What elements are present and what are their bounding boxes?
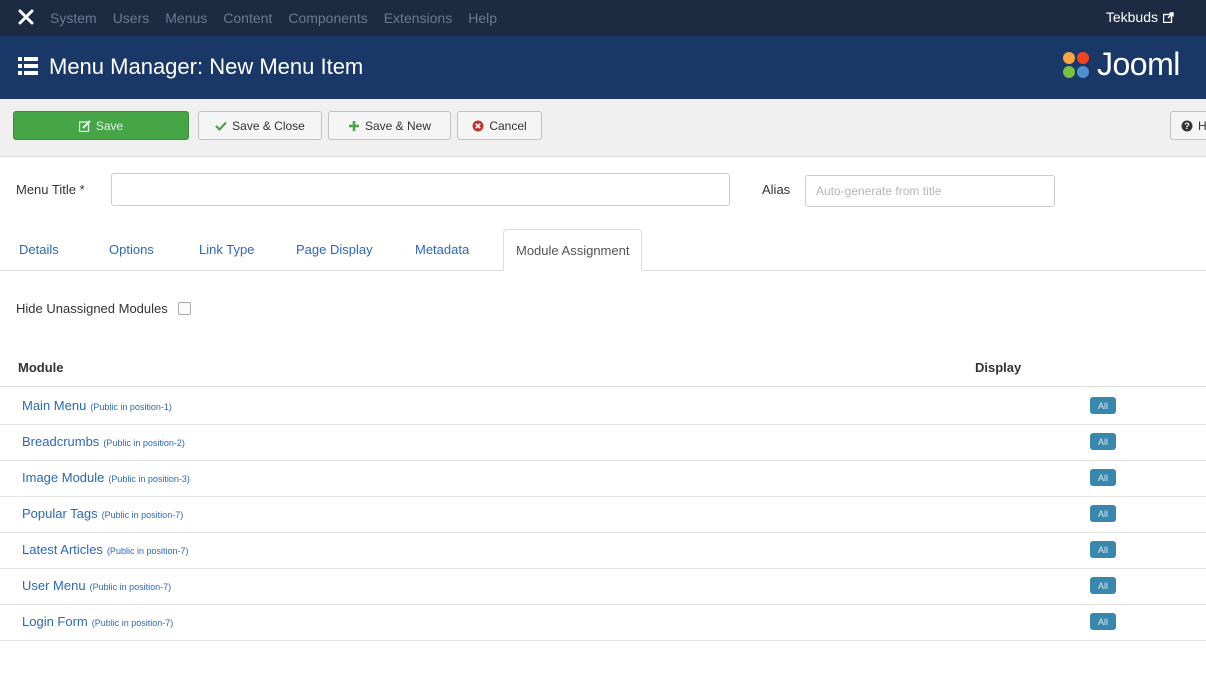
main-menu: System Users Menus Content Components Ex… [50, 0, 497, 36]
module-name: Main Menu [22, 398, 87, 413]
column-display: Display [975, 360, 1022, 375]
table-row: Popular Tags (Public in position-7) All [0, 496, 1206, 533]
module-link[interactable]: User Menu (Public in position-7) [22, 578, 171, 593]
table-row: Image Module (Public in position-3) All [0, 460, 1206, 497]
module-meta: (Public in position-7) [101, 510, 184, 520]
hide-unassigned-row: Hide Unassigned Modules [16, 301, 191, 316]
page-title: Menu Manager: New Menu Item [49, 54, 364, 79]
joomla-logo-icon [1063, 51, 1089, 78]
joomla-icon[interactable] [18, 9, 34, 25]
module-link[interactable]: Image Module (Public in position-3) [22, 470, 190, 485]
module-meta: (Public in position-1) [90, 402, 172, 412]
cancel-circle-icon [472, 120, 484, 131]
tab-page-display[interactable]: Page Display [296, 229, 373, 270]
module-link[interactable]: Latest Articles (Public in position-7) [22, 542, 188, 557]
cancel-button[interactable]: Cancel [457, 111, 542, 140]
module-name: Breadcrumbs [22, 434, 100, 449]
module-meta: (Public in position-7) [89, 582, 172, 592]
menu-system[interactable]: System [50, 10, 97, 26]
menu-help[interactable]: Help [468, 10, 497, 26]
tab-bar: Details Options Link Type Page Display M… [0, 229, 1206, 271]
table-row: Main Menu (Public in position-1) All [0, 388, 1206, 425]
menu-title-label: Menu Title * [16, 182, 85, 197]
module-meta: (Public in position-3) [108, 474, 190, 484]
tab-link-type[interactable]: Link Type [199, 229, 254, 270]
hide-unassigned-checkbox[interactable] [177, 302, 191, 315]
plus-icon [348, 120, 359, 131]
joomla-brand: Jooml [1061, 46, 1180, 83]
module-meta: (Public in position-7) [91, 618, 174, 628]
menu-content[interactable]: Content [223, 10, 272, 26]
module-link[interactable]: Login Form (Public in position-7) [22, 614, 173, 629]
menu-extensions[interactable]: Extensions [384, 10, 452, 26]
toolbar: Save Save & Close Save & New Cancel ? H [0, 99, 1206, 157]
column-module: Module [18, 360, 64, 375]
display-badge[interactable]: All [1090, 541, 1116, 558]
help-label: H [1198, 118, 1206, 133]
site-name: Tekbuds [1105, 9, 1158, 25]
module-name: User Menu [22, 578, 86, 593]
svg-text:?: ? [1184, 121, 1190, 131]
display-badge[interactable]: All [1090, 577, 1116, 594]
display-badge[interactable]: All [1090, 613, 1116, 630]
question-circle-icon: ? [1181, 120, 1193, 131]
save-button[interactable]: Save [13, 111, 189, 140]
menu-menus[interactable]: Menus [165, 10, 207, 26]
check-icon [215, 121, 227, 131]
tab-module-assignment[interactable]: Module Assignment [503, 229, 643, 271]
help-button[interactable]: ? H [1170, 111, 1206, 140]
table-row: User Menu (Public in position-7) All [0, 568, 1206, 605]
module-meta: (Public in position-2) [103, 438, 185, 448]
alias-label: Alias [762, 182, 791, 197]
menu-title-input[interactable] [111, 173, 730, 206]
cancel-label: Cancel [489, 118, 527, 133]
external-link-icon [1163, 11, 1174, 23]
hide-unassigned-label: Hide Unassigned Modules [16, 301, 168, 316]
display-badge[interactable]: All [1090, 397, 1116, 414]
save-close-label: Save & Close [232, 118, 305, 133]
module-name: Image Module [22, 470, 105, 485]
save-close-button[interactable]: Save & Close [198, 111, 322, 140]
save-label: Save [95, 118, 124, 133]
top-navbar: System Users Menus Content Components Ex… [0, 0, 1206, 36]
tab-details[interactable]: Details [19, 229, 59, 270]
module-link[interactable]: Main Menu (Public in position-1) [22, 398, 172, 413]
alias-input[interactable] [805, 175, 1055, 207]
save-new-label: Save & New [364, 118, 432, 133]
module-link[interactable]: Breadcrumbs (Public in position-2) [22, 434, 185, 449]
table-row: Latest Articles (Public in position-7) Al… [0, 532, 1206, 569]
table-row: Breadcrumbs (Public in position-2) All [0, 424, 1206, 461]
tab-metadata[interactable]: Metadata [415, 229, 469, 270]
table-header: Module Display [0, 354, 1206, 387]
tab-options[interactable]: Options [109, 229, 154, 270]
edit-icon [78, 119, 91, 132]
display-badge[interactable]: All [1090, 505, 1116, 522]
page-header: Menu Manager: New Menu Item Jooml [0, 36, 1206, 99]
menu-users[interactable]: Users [113, 10, 150, 26]
module-meta: (Public in position-7) [106, 546, 189, 556]
module-name: Login Form [22, 614, 88, 629]
display-badge[interactable]: All [1090, 469, 1116, 486]
module-name: Popular Tags [22, 506, 98, 521]
module-name: Latest Articles [22, 542, 103, 557]
save-new-button[interactable]: Save & New [328, 111, 451, 140]
list-icon [18, 57, 38, 75]
module-link[interactable]: Popular Tags (Public in position-7) [22, 506, 183, 521]
brand-word: Jooml [1097, 46, 1180, 82]
menu-components[interactable]: Components [288, 10, 367, 26]
site-link[interactable]: Tekbuds [1106, 9, 1174, 25]
display-badge[interactable]: All [1090, 433, 1116, 450]
table-row: Login Form (Public in position-7) All [0, 604, 1206, 641]
